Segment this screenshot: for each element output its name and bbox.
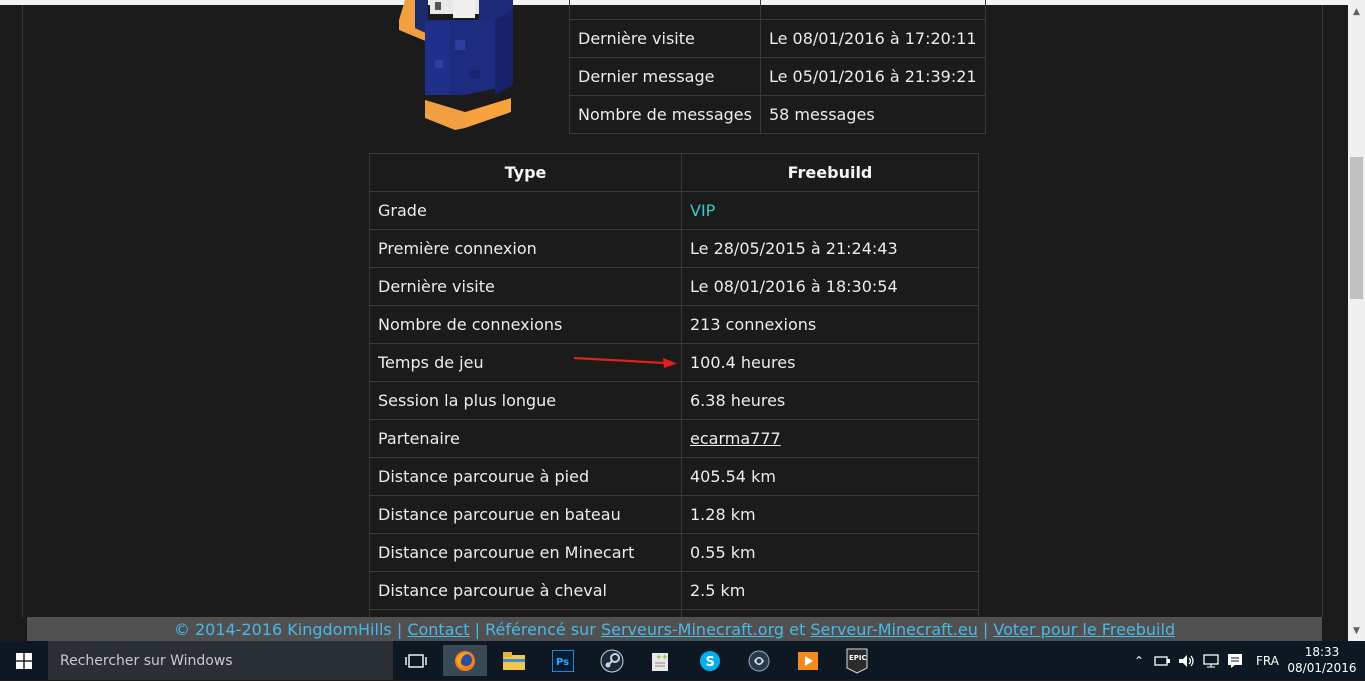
- grade-value: VIP: [681, 191, 979, 230]
- serveurs-minecraft-org-link[interactable]: Serveurs-Minecraft.org: [601, 620, 784, 639]
- stat-label: Distance parcourue en bateau: [369, 495, 682, 534]
- table-cell-value: [759, 0, 986, 20]
- vote-freebuild-link[interactable]: Voter pour le Freebuild: [993, 620, 1175, 639]
- vertical-scrollbar[interactable]: ▲ ▼: [1348, 0, 1365, 641]
- table-row: Distance parcourue à pied 405.54 km: [369, 457, 979, 496]
- stat-value: 0.55 km: [681, 533, 979, 572]
- teamspeak-icon[interactable]: [737, 645, 781, 676]
- stat-label: Distance parcourue en Minecart: [369, 533, 682, 572]
- table-row: Première connexion Le 28/05/2015 à 21:24…: [369, 229, 979, 268]
- column-header-type: Type: [369, 153, 682, 192]
- windows-taskbar: Rechercher sur Windows Ps ++ S EPIC ⌃ FR…: [0, 641, 1365, 680]
- footer-separator: |: [982, 620, 989, 639]
- column-header-freebuild: Freebuild: [681, 153, 979, 192]
- red-arrow-annotation: [573, 356, 677, 368]
- stat-label: Distance parcourue à cheval: [369, 571, 682, 610]
- profile-label: Dernière visite: [569, 19, 761, 58]
- footer-separator: |: [396, 620, 403, 639]
- freebuild-stats-table: Type Freebuild Grade VIP Première connex…: [369, 153, 979, 648]
- stat-value: Le 28/05/2015 à 21:24:43: [681, 229, 979, 268]
- table-row: Grade VIP: [369, 191, 979, 230]
- svg-text:++: ++: [656, 653, 668, 661]
- steam-icon[interactable]: [590, 645, 634, 676]
- table-row: Distance parcourue en Minecart 0.55 km: [369, 533, 979, 572]
- page-border-left: [22, 5, 23, 617]
- windows-logo-icon: [16, 652, 32, 669]
- scrollbar-thumb[interactable]: [1350, 157, 1363, 299]
- table-row: Nombre de messages 58 messages: [569, 95, 986, 134]
- windows-start-button[interactable]: [0, 641, 48, 680]
- show-hidden-icons-chevron-icon[interactable]: ⌃: [1130, 654, 1148, 668]
- stat-value: 6.38 heures: [681, 381, 979, 420]
- photoshop-icon[interactable]: Ps: [541, 645, 585, 676]
- stat-value: 2.5 km: [681, 571, 979, 610]
- stat-value: ecarma777: [681, 419, 979, 458]
- profile-value: Le 08/01/2016 à 17:20:11: [759, 19, 986, 58]
- partner-link[interactable]: ecarma777: [690, 429, 781, 448]
- profile-value: 58 messages: [759, 95, 986, 134]
- stat-value: 213 connexions: [681, 305, 979, 344]
- table-cell-label: [569, 0, 761, 20]
- table-row: Partenaire ecarma777: [369, 419, 979, 458]
- scroll-down-arrow-icon[interactable]: ▼: [1348, 623, 1365, 639]
- referenced-text: Référencé sur: [485, 620, 596, 639]
- taskbar-clock[interactable]: 18:33 08/01/2016: [1284, 644, 1360, 676]
- system-tray: ⌃ FRA: [1130, 641, 1279, 680]
- epic-games-icon[interactable]: EPIC: [835, 645, 879, 676]
- scroll-up-arrow-icon[interactable]: ▲: [1348, 4, 1365, 20]
- monitor-icon[interactable]: [1202, 653, 1220, 668]
- firefox-icon[interactable]: [443, 645, 487, 676]
- stat-label: Grade: [369, 191, 682, 230]
- profile-value: Le 05/01/2016 à 21:39:21: [759, 57, 986, 96]
- and-text: et: [789, 620, 806, 639]
- stat-value: 405.54 km: [681, 457, 979, 496]
- profile-info-table: Dernière visite Le 08/01/2016 à 17:20:11…: [569, 0, 986, 134]
- stat-label: Première connexion: [369, 229, 682, 268]
- page-border-right: [1322, 5, 1323, 617]
- table-row: Dernier message Le 05/01/2016 à 21:39:21: [569, 57, 986, 96]
- copyright-text: © 2014-2016 KingdomHills: [173, 620, 392, 639]
- epic-label: EPIC: [849, 654, 867, 662]
- svg-text:S: S: [706, 655, 715, 670]
- clock-date: 08/01/2016: [1287, 661, 1357, 675]
- table-header-row: Type Freebuild: [369, 153, 979, 192]
- media-player-icon[interactable]: [786, 645, 830, 676]
- table-row: Dernière visite Le 08/01/2016 à 17:20:11: [569, 19, 986, 58]
- task-view-icon[interactable]: [394, 645, 438, 676]
- file-explorer-icon[interactable]: [492, 645, 536, 676]
- svg-text:Ps: Ps: [556, 657, 569, 668]
- serveur-minecraft-eu-link[interactable]: Serveur-Minecraft.eu: [810, 620, 977, 639]
- stat-label: Nombre de connexions: [369, 305, 682, 344]
- notepad-plus-plus-icon[interactable]: ++: [639, 645, 683, 676]
- profile-label: Nombre de messages: [569, 95, 761, 134]
- action-center-icon[interactable]: [1226, 653, 1244, 669]
- page-footer: © 2014-2016 KingdomHills | Contact | Réf…: [27, 617, 1322, 641]
- skype-icon[interactable]: S: [688, 645, 732, 676]
- footer-separator: |: [474, 620, 481, 639]
- table-row: Nombre de connexions 213 connexions: [369, 305, 979, 344]
- stat-value: 100.4 heures: [681, 343, 979, 382]
- contact-link[interactable]: Contact: [407, 620, 469, 639]
- language-indicator[interactable]: FRA: [1256, 654, 1279, 668]
- table-row: Distance parcourue en bateau 1.28 km: [369, 495, 979, 534]
- table-row: Dernière visite Le 08/01/2016 à 18:30:54: [369, 267, 979, 306]
- table-row: Session la plus longue 6.38 heures: [369, 381, 979, 420]
- player-skin-avatar: [399, 0, 513, 130]
- network-icon[interactable]: [1154, 654, 1172, 668]
- stat-value: 1.28 km: [681, 495, 979, 534]
- stat-value: Le 08/01/2016 à 18:30:54: [681, 267, 979, 306]
- profile-label: Dernier message: [569, 57, 761, 96]
- clock-time: 18:33: [1304, 645, 1340, 659]
- taskbar-search-box[interactable]: Rechercher sur Windows: [48, 641, 393, 680]
- stat-label: Partenaire: [369, 419, 682, 458]
- stat-label: Session la plus longue: [369, 381, 682, 420]
- table-row: [569, 0, 986, 20]
- stat-label: Dernière visite: [369, 267, 682, 306]
- volume-icon[interactable]: [1178, 654, 1196, 668]
- table-row: Distance parcourue à cheval 2.5 km: [369, 571, 979, 610]
- stat-label: Distance parcourue à pied: [369, 457, 682, 496]
